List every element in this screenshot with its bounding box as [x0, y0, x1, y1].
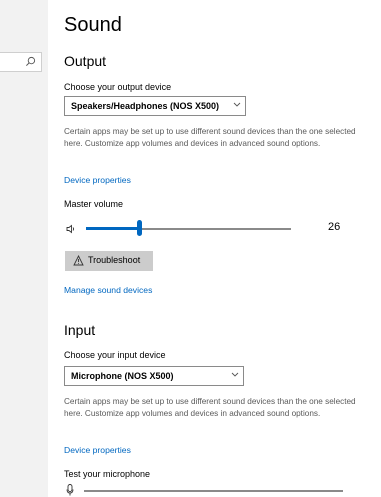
microphone-level-meter — [84, 490, 343, 492]
output-help-text: Certain apps may be set up to use differ… — [64, 127, 356, 148]
output-section-title: Output — [64, 53, 107, 69]
input-device-label: Choose your input device — [64, 350, 166, 360]
volume-slider-fill — [86, 227, 140, 230]
speaker-icon[interactable] — [66, 224, 76, 234]
input-help-text: Certain apps may be set up to use differ… — [64, 397, 356, 418]
chevron-down-icon — [231, 372, 239, 377]
sound-settings-page: Sound Output Choose your output device S… — [48, 0, 381, 497]
search-box[interactable] — [0, 52, 42, 72]
output-device-label: Choose your output device — [64, 82, 172, 92]
warning-icon — [73, 255, 84, 266]
volume-slider-thumb[interactable] — [136, 220, 142, 236]
output-device-dropdown[interactable]: Speakers/Headphones (NOS X500) — [64, 96, 246, 116]
input-device-dropdown[interactable]: Microphone (NOS X500) — [64, 366, 244, 386]
master-volume-label: Master volume — [64, 199, 124, 209]
navigation-pane — [0, 0, 48, 497]
output-device-value: Speakers/Headphones (NOS X500) — [71, 101, 220, 111]
chevron-down-icon — [233, 102, 241, 107]
troubleshoot-button[interactable]: Troubleshoot — [65, 251, 153, 271]
input-section-title: Input — [64, 322, 96, 338]
volume-value: 26 — [328, 221, 341, 233]
page-title: Sound — [64, 14, 122, 36]
test-microphone-label: Test your microphone — [64, 469, 151, 479]
search-icon — [26, 56, 36, 66]
manage-sound-devices-link[interactable]: Manage sound devices — [64, 285, 152, 295]
microphone-icon — [66, 484, 74, 496]
input-device-value: Microphone (NOS X500) — [71, 371, 174, 381]
output-device-properties-link[interactable]: Device properties — [64, 175, 131, 185]
troubleshoot-label: Troubleshoot — [88, 255, 141, 265]
input-device-properties-link[interactable]: Device properties — [64, 445, 131, 455]
